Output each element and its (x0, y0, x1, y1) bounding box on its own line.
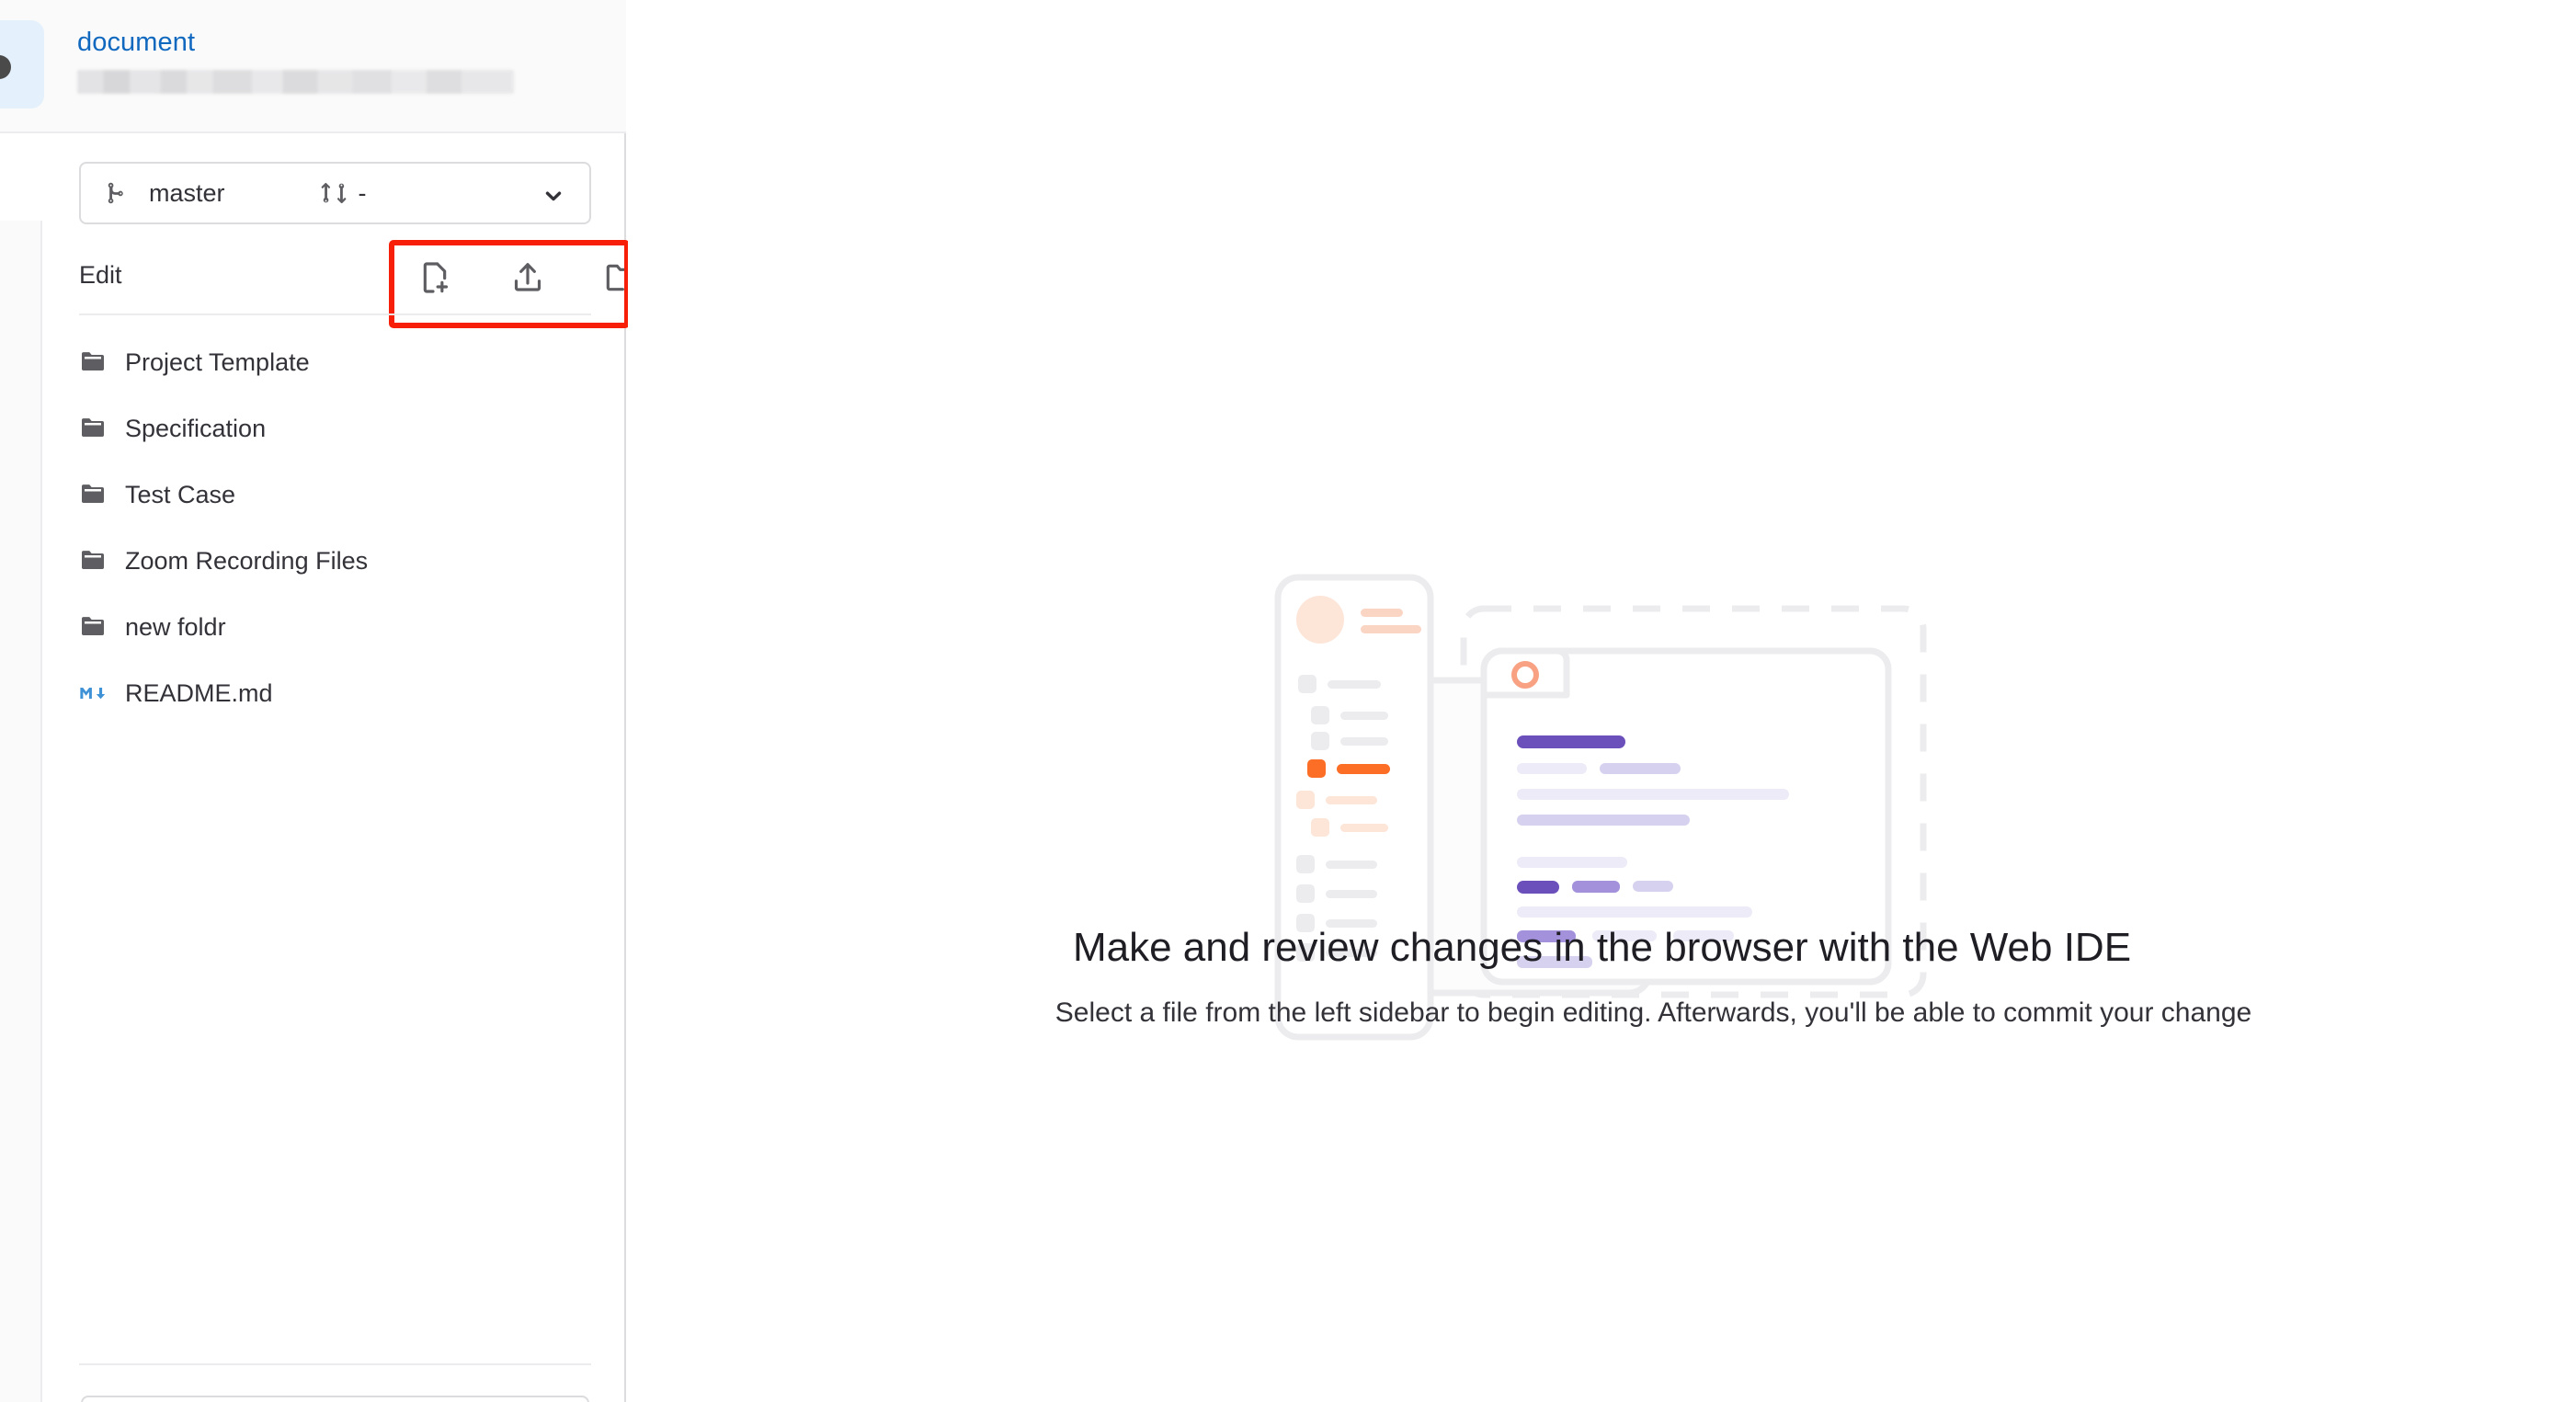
branch-selector[interactable]: master - (79, 162, 591, 224)
app-root: document master - Edit Project Template … (0, 0, 2576, 1402)
empty-state-subtitle: Select a file from the left sidebar to b… (628, 997, 2576, 1029)
file-name: Project Template (125, 348, 310, 376)
markdown-icon (79, 682, 112, 704)
upload-file-button[interactable] (507, 257, 548, 298)
folder-icon (79, 481, 112, 508)
branch-name: master (149, 178, 225, 207)
sidebar-bottom-divider (79, 1363, 591, 1365)
new-file-button[interactable] (414, 257, 454, 298)
file-name: Test Case (125, 480, 236, 508)
file-tree-item[interactable]: Zoom Recording Files (79, 528, 612, 594)
project-header: document (0, 0, 626, 133)
folder-icon (79, 415, 112, 442)
file-tree-item[interactable]: README.md (79, 660, 612, 726)
merge-request-icon (320, 179, 348, 207)
file-tree-item[interactable]: Project Template (79, 329, 612, 395)
chevron-down-icon[interactable] (541, 184, 565, 208)
folder-icon (79, 547, 112, 575)
edit-actions-toolbar (414, 257, 642, 298)
file-name: Specification (125, 414, 267, 442)
file-list-divider (79, 313, 591, 315)
branch-icon (105, 179, 132, 207)
file-tree: Project Template Specification Test Case (79, 329, 612, 726)
file-name: Zoom Recording Files (125, 546, 369, 575)
main-content: Make and review changes in the browser w… (628, 0, 2576, 1402)
file-tree-item[interactable]: Test Case (79, 462, 612, 528)
file-name: new foldr (125, 612, 226, 641)
sidebar-bottom-button[interactable] (81, 1396, 589, 1402)
file-tree-item[interactable]: Specification (79, 395, 612, 462)
empty-state-subtitle-text: Select a file from the left sidebar to b… (1054, 997, 2252, 1028)
file-tree-item[interactable]: new foldr (79, 594, 612, 660)
file-name: README.md (125, 678, 273, 707)
edit-label: Edit (79, 260, 122, 289)
project-name-link[interactable]: document (77, 28, 195, 58)
project-subtitle-redacted (77, 70, 514, 94)
repository-sidebar: document master - Edit Project Template … (0, 0, 637, 1402)
left-rail (0, 221, 42, 1402)
merge-request-count: - (358, 178, 367, 207)
folder-icon (79, 613, 112, 641)
empty-state-title: Make and review changes in the browser w… (1072, 925, 2132, 970)
folder-icon (79, 348, 112, 376)
